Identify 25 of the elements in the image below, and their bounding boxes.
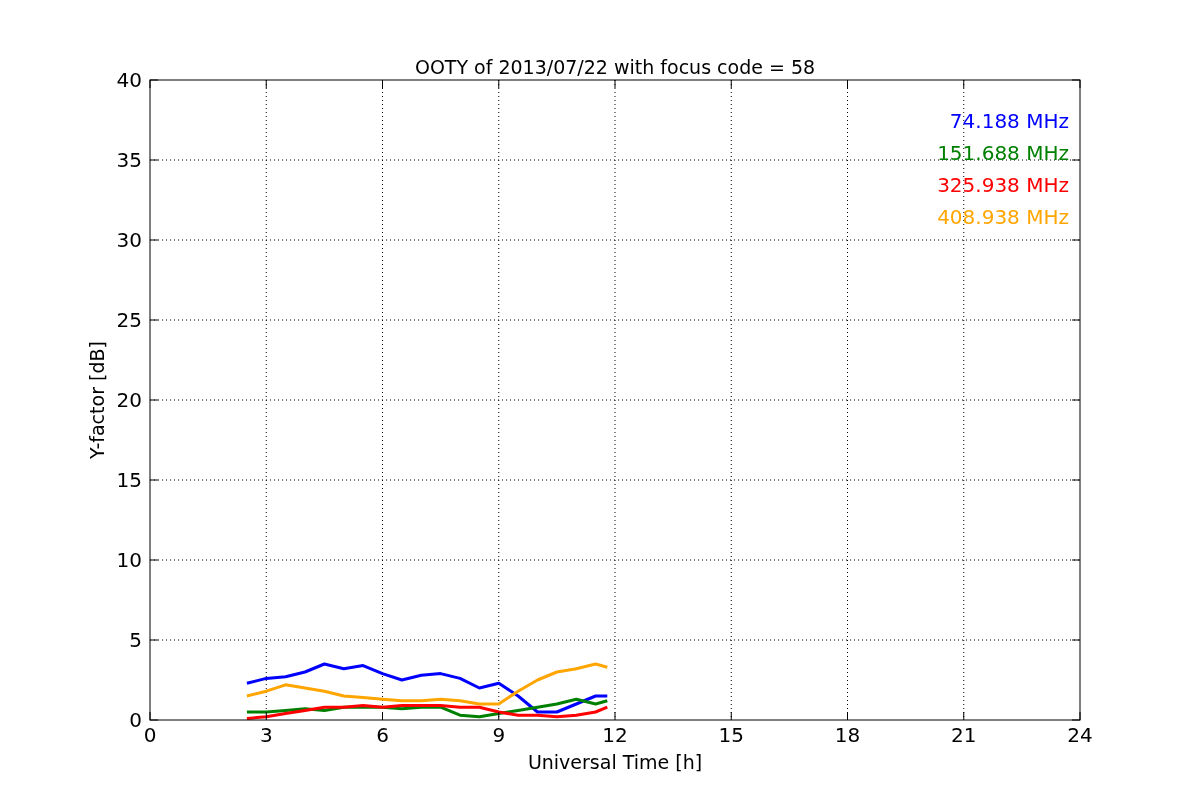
x-tick-label: 9: [492, 723, 506, 747]
y-tick-label: 15: [116, 468, 142, 492]
chart-title: OOTY of 2013/07/22 with focus code = 58: [414, 56, 816, 78]
x-axis-label: Universal Time [h]: [527, 751, 703, 773]
y-tick-label: 25: [116, 308, 142, 332]
legend-label: 325.938 MHz: [937, 173, 1069, 197]
x-tick-label: 24: [1067, 723, 1093, 747]
legend-label: 151.688 MHz: [937, 141, 1069, 165]
y-tick-label: 30: [116, 228, 142, 252]
x-tick-label: 6: [376, 723, 389, 747]
y-tick-label: 20: [116, 388, 142, 412]
legend-label: 408.938 MHz: [937, 205, 1069, 229]
x-tick-label: 15: [718, 723, 744, 747]
y-tick-label: 0: [129, 708, 142, 732]
legend-label: 74.188 MHz: [949, 109, 1069, 133]
x-tick-label: 12: [602, 723, 628, 747]
y-tick-label: 35: [116, 148, 142, 172]
y-axis-label: Y-factor [dB]: [86, 341, 108, 459]
y-tick-label: 5: [129, 628, 142, 652]
y-tick-label: 10: [116, 548, 142, 572]
x-tick-label: 18: [834, 723, 861, 747]
x-tick-label: 0: [143, 723, 157, 747]
x-tick-label: 3: [259, 723, 273, 747]
y-tick-label: 40: [116, 68, 142, 92]
x-tick-label: 21: [951, 723, 977, 747]
